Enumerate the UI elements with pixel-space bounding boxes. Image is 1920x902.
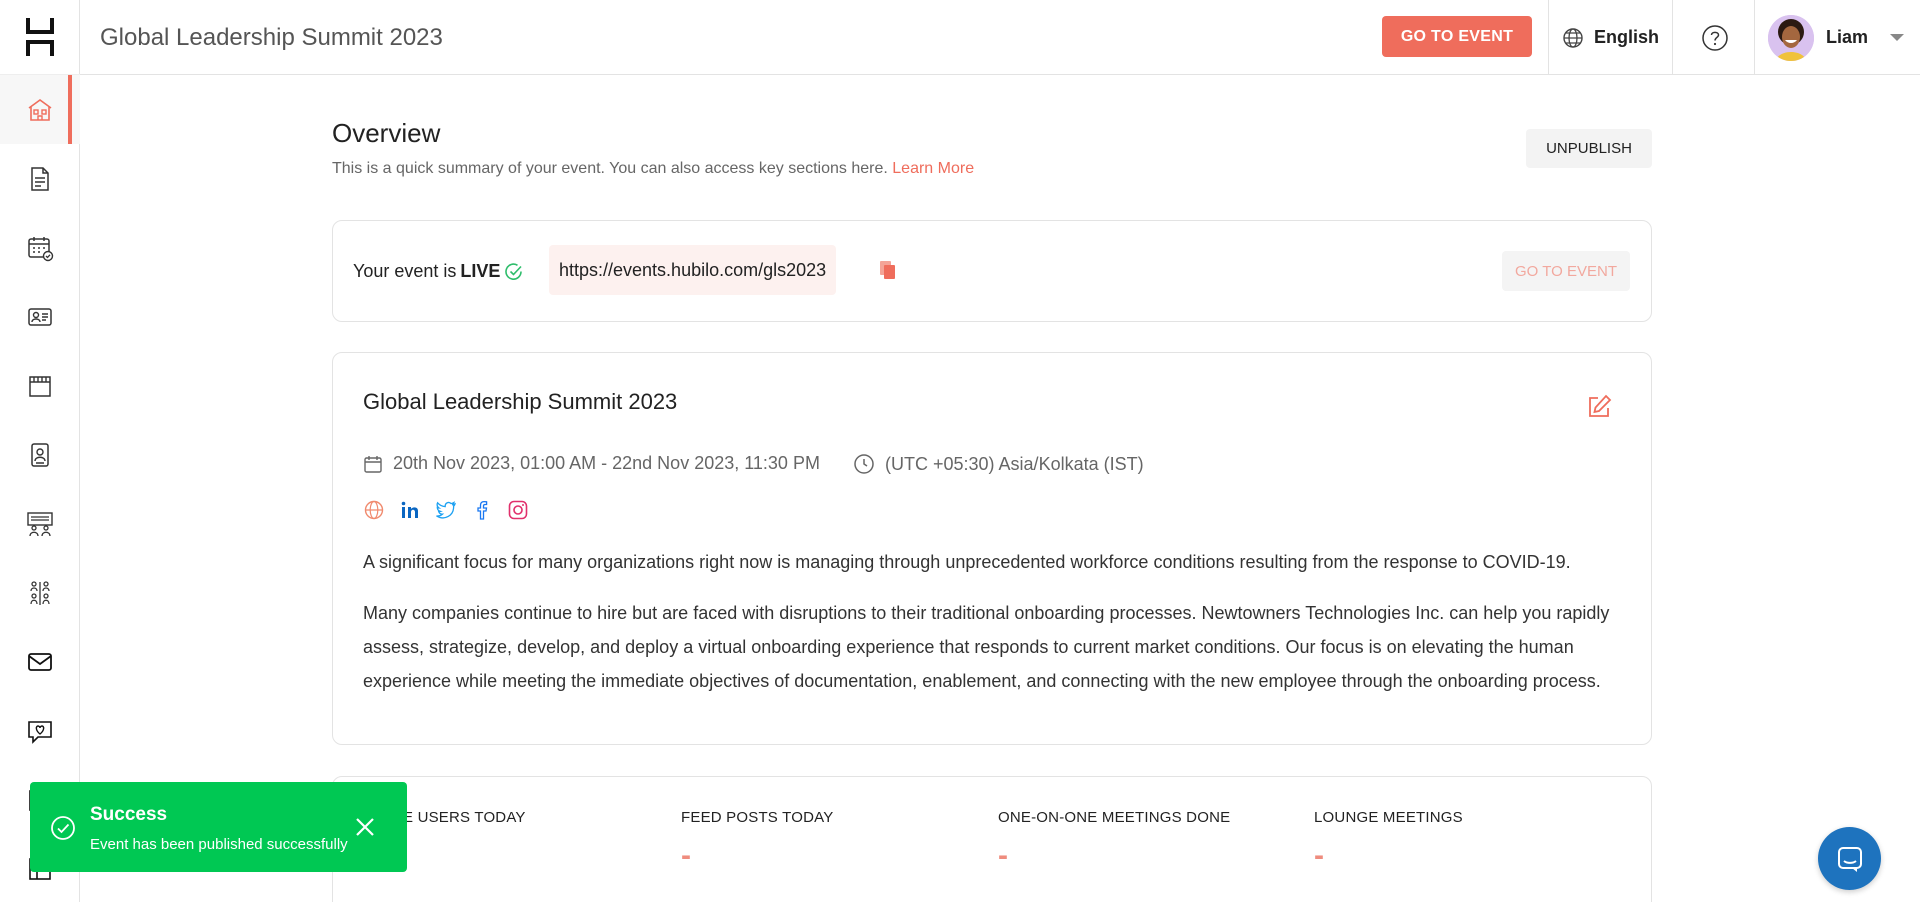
copy-icon[interactable]: [877, 259, 899, 281]
event-name: Global Leadership Summit 2023: [363, 389, 678, 414]
networking-icon: [30, 580, 50, 605]
lounge-icon: [27, 511, 53, 536]
live-prefix: Your event is: [353, 261, 457, 281]
sidebar-item-people[interactable]: [0, 282, 80, 351]
top-header: Global Leadership Summit 2023 GO TO EVEN…: [80, 0, 1920, 75]
stat-label: LOUNGE MEETINGS: [1314, 809, 1463, 826]
chevron-down-icon: [1890, 34, 1905, 41]
sidebar-item-booths[interactable]: [0, 351, 80, 420]
header-divider: [1754, 0, 1755, 75]
stat-value: -: [1314, 839, 1324, 872]
learn-more-link[interactable]: Learn More: [892, 160, 974, 177]
event-description-1: A significant focus for many organizatio…: [363, 552, 1571, 572]
unpublish-button[interactable]: UNPUBLISH: [1526, 129, 1652, 168]
check-circle-icon: [505, 262, 523, 280]
website-icon[interactable]: [363, 499, 385, 521]
header-divider: [1548, 0, 1549, 75]
calendar-icon: [28, 236, 54, 261]
header-divider: [1672, 0, 1673, 75]
badge-icon: [31, 442, 49, 467]
live-status: Your event is LIVE: [353, 261, 524, 282]
instagram-icon[interactable]: [507, 499, 529, 521]
event-url[interactable]: https://events.hubilo.com/gls2023: [549, 245, 837, 295]
check-circle-icon: [51, 816, 75, 840]
success-toast: Success Event has been published success…: [30, 782, 407, 872]
language-selector[interactable]: English: [1562, 0, 1659, 75]
stat-label: E USERS TODAY: [403, 809, 526, 826]
live-status-label: LIVE: [460, 261, 501, 281]
stat-value: -: [998, 839, 1008, 872]
sidebar-item-badges[interactable]: [0, 420, 80, 489]
avatar: [1768, 14, 1814, 61]
stats-card: E USERS TODAY 2 FEED POSTS TODAY - ONE-O…: [332, 776, 1652, 902]
event-timezone-text: (UTC +05:30) Asia/Kolkata (IST): [885, 453, 1144, 474]
toast-message: Event has been published successfully: [90, 836, 348, 853]
booth-icon: [29, 375, 51, 397]
facebook-icon[interactable]: [471, 499, 493, 521]
avatar-image: [1768, 14, 1814, 61]
hubilo-logo[interactable]: [0, 0, 80, 75]
header-title: Global Leadership Summit 2023: [100, 24, 443, 51]
user-menu[interactable]: Liam: [1768, 0, 1905, 75]
page-title: Overview: [332, 118, 441, 148]
stat-label: FEED POSTS TODAY: [681, 809, 834, 826]
sidebar: [0, 0, 80, 902]
close-icon[interactable]: [354, 816, 376, 838]
stat-value: -: [681, 839, 691, 872]
chat-launcher-button[interactable]: [1818, 827, 1881, 890]
event-timezone: (UTC +05:30) Asia/Kolkata (IST): [853, 453, 1144, 475]
event-dates: 20th Nov 2023, 01:00 AM - 22nd Nov 2023,…: [363, 453, 820, 474]
clock-icon: [854, 454, 874, 474]
sidebar-item-networking[interactable]: [0, 558, 80, 627]
mail-icon: [28, 652, 52, 671]
sidebar-item-email[interactable]: [0, 627, 80, 696]
sidebar-item-agenda[interactable]: [0, 213, 80, 282]
twitter-icon[interactable]: [435, 499, 457, 521]
id-card-icon: [28, 307, 52, 326]
logo-icon: [26, 18, 54, 56]
home-icon: [28, 98, 52, 121]
sidebar-item-engagement[interactable]: [0, 696, 80, 765]
event-description-2: Many companies continue to hire but are …: [363, 603, 1610, 691]
toast-title: Success: [90, 804, 168, 825]
event-info-card: Global Leadership Summit 2023 20th Nov 2…: [332, 352, 1652, 745]
sidebar-item-details[interactable]: [0, 144, 80, 213]
globe-icon: [1563, 27, 1583, 48]
feedback-icon: [28, 720, 52, 744]
chat-icon: [1837, 846, 1862, 872]
page-subtitle: This is a quick summary of your event. Y…: [332, 160, 974, 178]
sidebar-item-lounge[interactable]: [0, 489, 80, 558]
subtitle-text: This is a quick summary of your event. Y…: [332, 160, 888, 177]
calendar-icon: [364, 455, 382, 473]
go-to-event-secondary-button[interactable]: GO TO EVENT: [1502, 251, 1630, 291]
user-name: Liam: [1826, 27, 1869, 47]
linkedin-icon[interactable]: [399, 499, 421, 521]
stat-label: ONE-ON-ONE MEETINGS DONE: [998, 809, 1231, 826]
go-to-event-button[interactable]: GO TO EVENT: [1382, 16, 1532, 57]
social-links: [363, 499, 529, 521]
language-label: English: [1594, 27, 1660, 47]
app-root: Global Leadership Summit 2023 GO TO EVEN…: [0, 0, 1920, 902]
edit-icon[interactable]: [1585, 393, 1613, 421]
help-icon[interactable]: [1700, 23, 1730, 53]
sidebar-item-overview[interactable]: [0, 75, 80, 144]
event-live-card: Your event is LIVE https://events.hubilo…: [332, 220, 1652, 322]
document-icon: [31, 166, 49, 191]
event-dates-text: 20th Nov 2023, 01:00 AM - 22nd Nov 2023,…: [393, 453, 820, 473]
